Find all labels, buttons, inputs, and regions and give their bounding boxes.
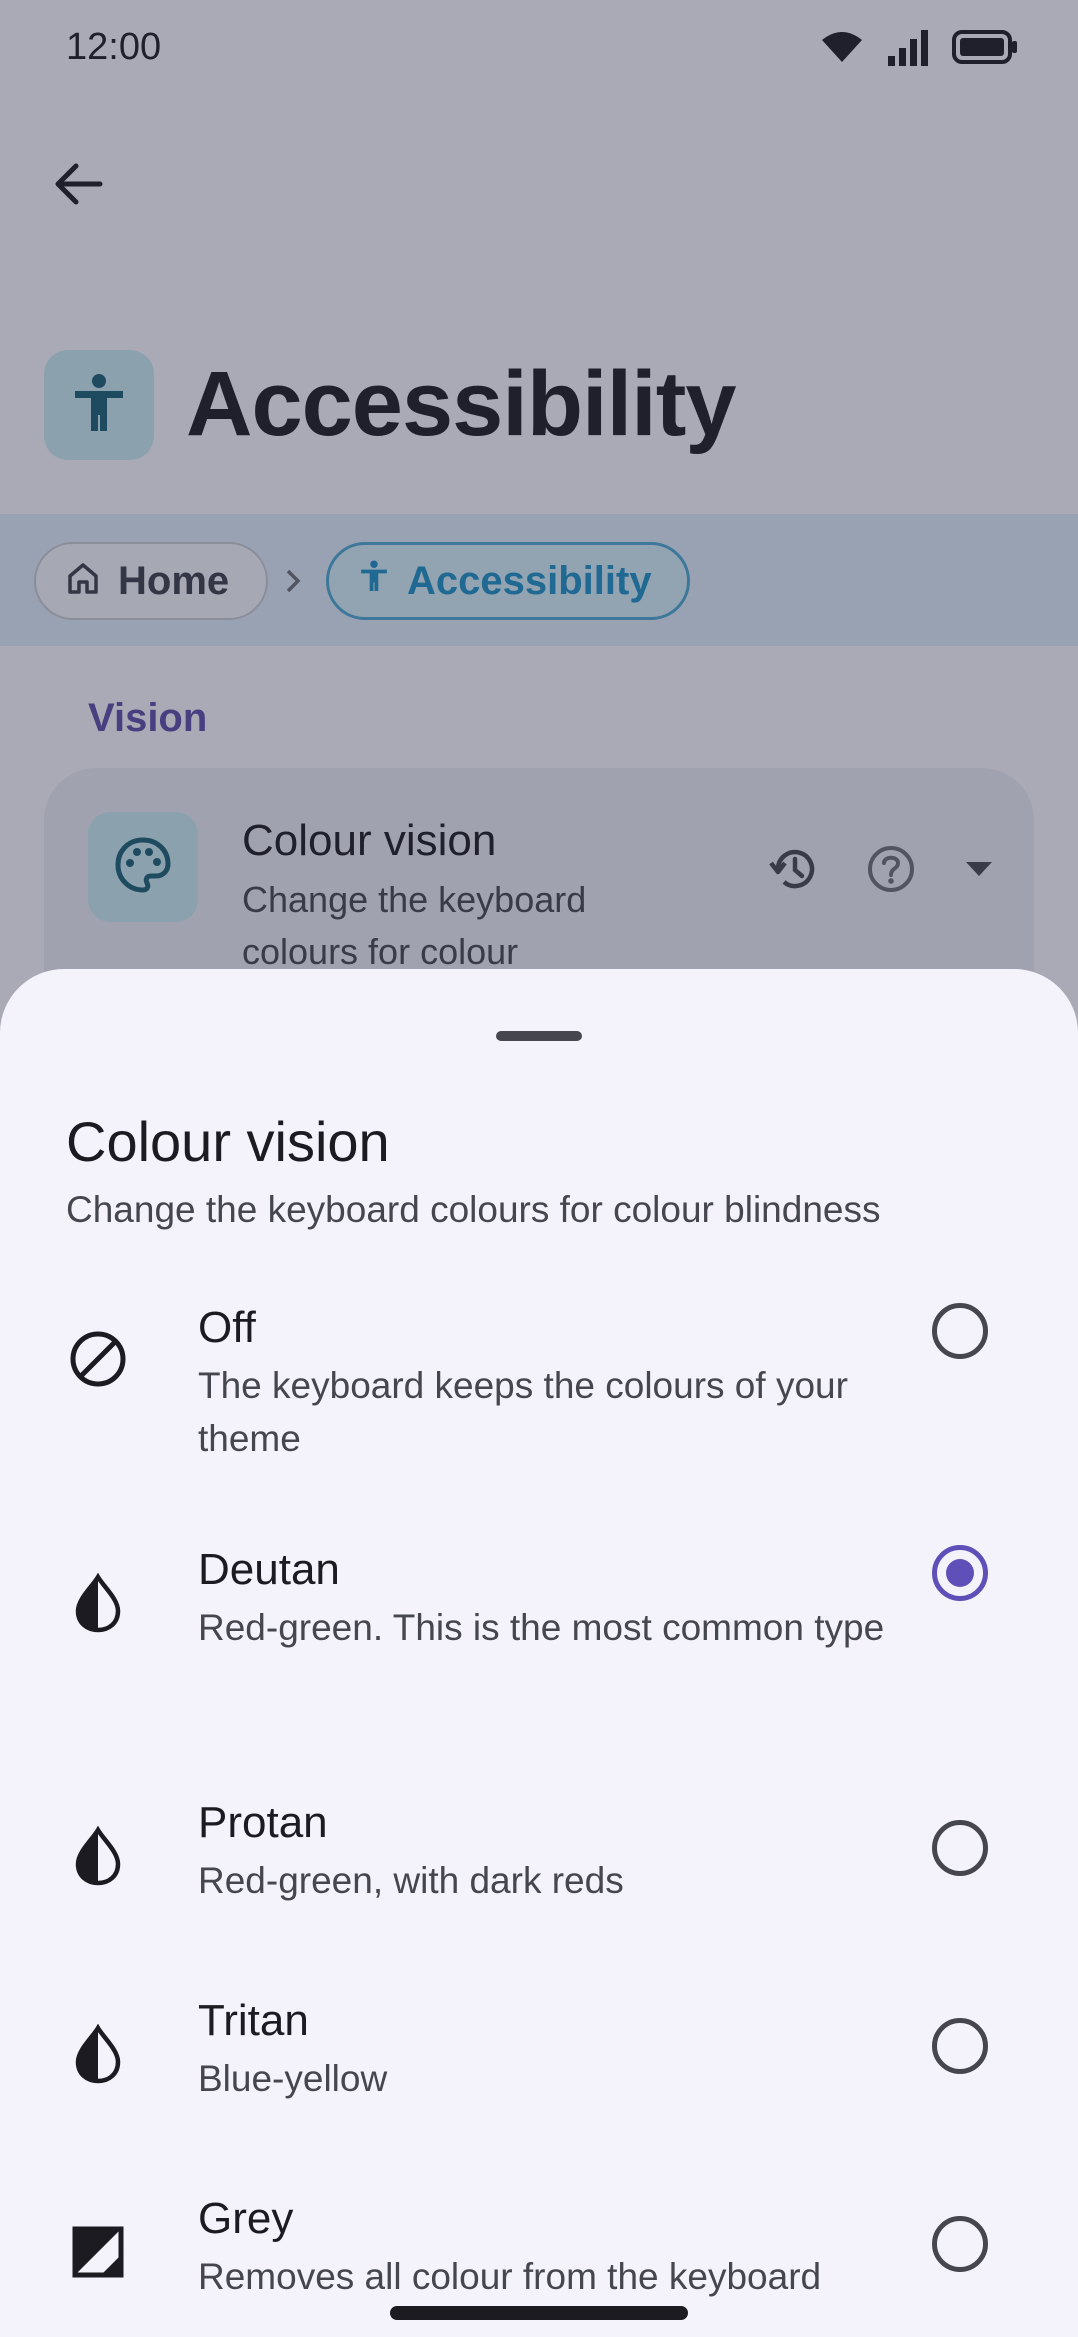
radio-protan[interactable] [932, 1820, 988, 1876]
radio-grey[interactable] [932, 2216, 988, 2272]
option-description: Red-green, with dark reds [198, 1860, 624, 1901]
option-description: Removes all colour from the keyboard [198, 2256, 822, 2297]
gesture-home-indicator[interactable] [390, 2306, 688, 2320]
option-off[interactable]: Off The keyboard keeps the colours of yo… [0, 1303, 1078, 1473]
sheet-drag-handle[interactable] [496, 1031, 582, 1041]
greyscale-icon [66, 2220, 130, 2284]
sheet-title: Colour vision [66, 1110, 390, 1173]
block-icon [66, 1327, 130, 1391]
option-deutan[interactable]: Deutan Red-green. This is the most commo… [0, 1545, 1078, 1715]
colour-vision-bottom-sheet: Colour vision Change the keyboard colour… [0, 969, 1078, 2337]
option-protan[interactable]: Protan Red-green, with dark reds [0, 1798, 1078, 1918]
option-title: Protan [198, 1798, 328, 1847]
sheet-subtitle: Change the keyboard colours for colour b… [66, 1189, 881, 1230]
option-grey[interactable]: Grey Removes all colour from the keyboar… [0, 2194, 1078, 2314]
radio-tritan[interactable] [932, 2018, 988, 2074]
option-title: Tritan [198, 1996, 309, 2045]
radio-deutan[interactable] [932, 1545, 988, 1601]
option-title: Grey [198, 2194, 294, 2243]
contrast-drop-icon [66, 2022, 130, 2086]
contrast-drop-icon [66, 1824, 130, 1888]
option-title: Deutan [198, 1545, 340, 1594]
contrast-drop-icon [66, 1571, 130, 1635]
radio-off[interactable] [932, 1303, 988, 1359]
option-title: Off [198, 1303, 256, 1352]
option-description: Blue-yellow [198, 2058, 388, 2099]
option-description: The keyboard keeps the colours of your t… [198, 1365, 848, 1459]
option-description: Red-green. This is the most common type [198, 1607, 885, 1648]
option-tritan[interactable]: Tritan Blue-yellow [0, 1996, 1078, 2116]
